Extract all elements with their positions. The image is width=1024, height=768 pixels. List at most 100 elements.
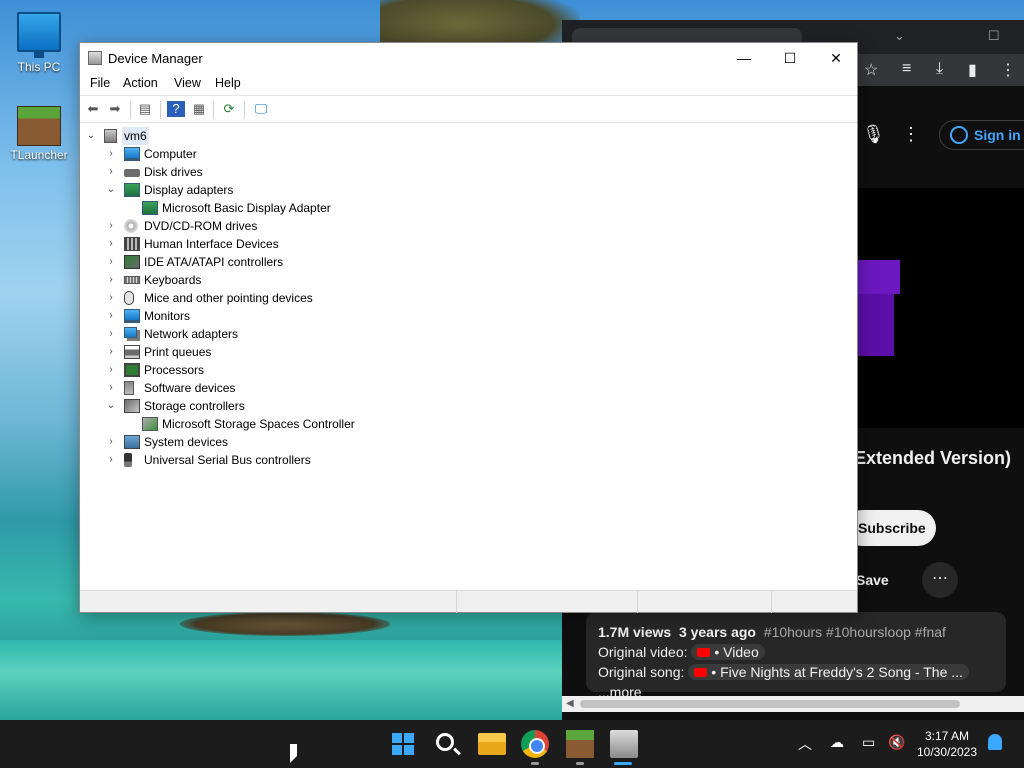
back-arrow-icon[interactable]: ⬅ [84,101,102,117]
chevron-right-icon[interactable]: › [106,235,116,253]
sign-in-button[interactable]: Sign in [939,120,1024,150]
running-indicator [576,762,584,765]
chevron-right-icon[interactable]: › [106,343,116,361]
device-tree[interactable]: ⌄ vm6 › Computer › Disk drives ⌄ Display adap… [80,125,857,585]
desktop-icon-tlauncher[interactable]: TLauncher [4,106,74,162]
chevron-right-icon[interactable]: › [106,271,116,289]
maximize-button[interactable]: ☐ [767,43,813,73]
browser-menu-icon[interactable]: ⋮ [1000,60,1016,80]
desktop-icon-label: This PC [17,60,61,74]
notification-bell-icon[interactable] [988,734,1002,750]
video-description[interactable]: 1.7M views 3 years ago #10hours #10hours… [586,612,1006,700]
title-bar[interactable]: Device Manager — ☐ ✕ [80,43,857,73]
chevron-right-icon[interactable]: › [106,145,116,163]
menu-help[interactable]: Help [215,76,241,90]
more-actions-button[interactable]: ⋯ [922,562,958,598]
device-category[interactable]: › Print queues [80,343,580,361]
chevron-right-icon[interactable]: › [106,253,116,271]
chevron-right-icon[interactable]: › [106,289,116,307]
device-label: Human Interface Devices [144,237,279,251]
device-category[interactable]: › Keyboards [80,271,580,289]
more-options-icon[interactable]: ⋮ [902,124,920,145]
tlauncher-taskbar-icon[interactable] [566,730,594,758]
device-item[interactable]: Microsoft Basic Display Adapter [80,199,580,217]
chevron-right-icon[interactable]: › [106,433,116,451]
storage-controller-icon [142,417,158,431]
chevron-down-icon[interactable]: ⌄ [106,181,116,199]
scroll-left-icon[interactable]: ◀ [566,696,574,712]
system-clock[interactable]: 3:17 AM 10/30/2023 [912,728,982,760]
device-category[interactable]: › Disk drives [80,163,580,181]
properties-icon[interactable]: ▦ [190,101,208,117]
download-icon[interactable]: ⤓ [936,60,943,78]
tab-search-icon[interactable]: ⌄ [894,28,905,44]
menu-action[interactable]: Action [123,76,158,90]
device-category[interactable]: › System devices [80,433,580,451]
bookmark-star-icon[interactable]: ☆ [864,60,878,80]
tree-root[interactable]: ⌄ vm6 [80,127,280,145]
menu-file[interactable]: File [90,76,110,90]
chevron-right-icon[interactable]: › [106,325,116,343]
device-category[interactable]: › Computer [80,145,580,163]
close-button[interactable]: ✕ [813,43,859,73]
show-hidden-icons-chevron-up-icon[interactable]: ︿ [798,734,812,754]
this-pc-icon [17,12,61,58]
device-category[interactable]: › Network adapters [80,325,580,343]
chevron-right-icon[interactable]: › [106,217,116,235]
hid-icon [124,237,140,251]
chevron-right-icon[interactable]: › [106,361,116,379]
menu-view[interactable]: View [174,76,201,90]
device-manager-window[interactable]: Device Manager — ☐ ✕ File Action View He… [79,42,858,613]
chrome-icon[interactable] [521,730,549,758]
chevron-down-icon[interactable]: ⌄ [106,397,116,415]
device-category[interactable]: ⌄ Storage controllers [80,397,580,415]
device-manager-taskbar-icon[interactable] [610,730,638,758]
original-song-link[interactable]: • Five Nights at Freddy's 2 Song - The .… [688,664,969,680]
device-category[interactable]: › Processors [80,361,580,379]
device-category[interactable]: › Human Interface Devices [80,235,580,253]
side-panel-icon[interactable]: ▮ [968,60,977,80]
update-driver-icon[interactable]: ⟳ [220,101,238,117]
device-label: Disk drives [144,165,203,179]
device-category[interactable]: › IDE ATA/ATAPI controllers [80,253,580,271]
device-category[interactable]: › Universal Serial Bus controllers [80,451,580,469]
device-category[interactable]: › DVD/CD-ROM drives [80,217,580,235]
minimize-button[interactable]: — [721,43,767,73]
device-label: Storage controllers [144,399,245,413]
device-category[interactable]: › Monitors [80,307,580,325]
chevron-right-icon[interactable]: › [106,379,116,397]
processor-icon [124,363,140,377]
hashtags[interactable]: #10hours #10hoursloop #fnaf [764,624,946,640]
start-button[interactable] [389,730,417,758]
chevron-right-icon[interactable]: › [106,163,116,181]
forward-arrow-icon[interactable]: ➡ [106,101,124,117]
file-explorer-icon[interactable] [478,733,506,755]
device-label: Display adapters [144,183,234,197]
network-icon[interactable]: ▭ [862,734,875,751]
horizontal-scrollbar[interactable]: ◀ [562,696,1024,712]
microphone-icon[interactable]: 🎙 [862,124,885,145]
chevron-right-icon[interactable]: › [106,451,116,469]
video-character [858,260,900,356]
device-category[interactable]: › Software devices [80,379,580,397]
display-adapter-icon [142,201,158,215]
device-category[interactable]: ⌄ Display adapters [80,181,580,199]
onedrive-icon[interactable]: ☁ [830,734,844,751]
device-item[interactable]: Microsoft Storage Spaces Controller [80,415,580,433]
volume-muted-icon[interactable]: 🔇 [888,734,905,751]
original-video-link[interactable]: • Video [691,644,765,660]
scan-hardware-icon[interactable]: 🖵 [252,101,270,117]
chevron-right-icon[interactable]: › [106,307,116,325]
device-category[interactable]: › Mice and other pointing devices [80,289,580,307]
video-player[interactable] [852,188,1024,428]
account-icon [950,126,968,144]
chevron-down-icon[interactable]: ⌄ [86,127,96,145]
help-icon[interactable]: ? [167,101,185,117]
search-icon[interactable] [436,733,454,751]
media-control-icon[interactable]: ≡ [902,60,911,78]
show-hide-tree-icon[interactable]: ▤ [136,101,154,117]
desktop-icon-this-pc[interactable]: This PC [4,12,74,74]
scrollbar-thumb[interactable] [580,700,960,708]
browser-maximize-icon[interactable]: ☐ [988,28,1000,44]
system-device-icon [124,435,140,449]
